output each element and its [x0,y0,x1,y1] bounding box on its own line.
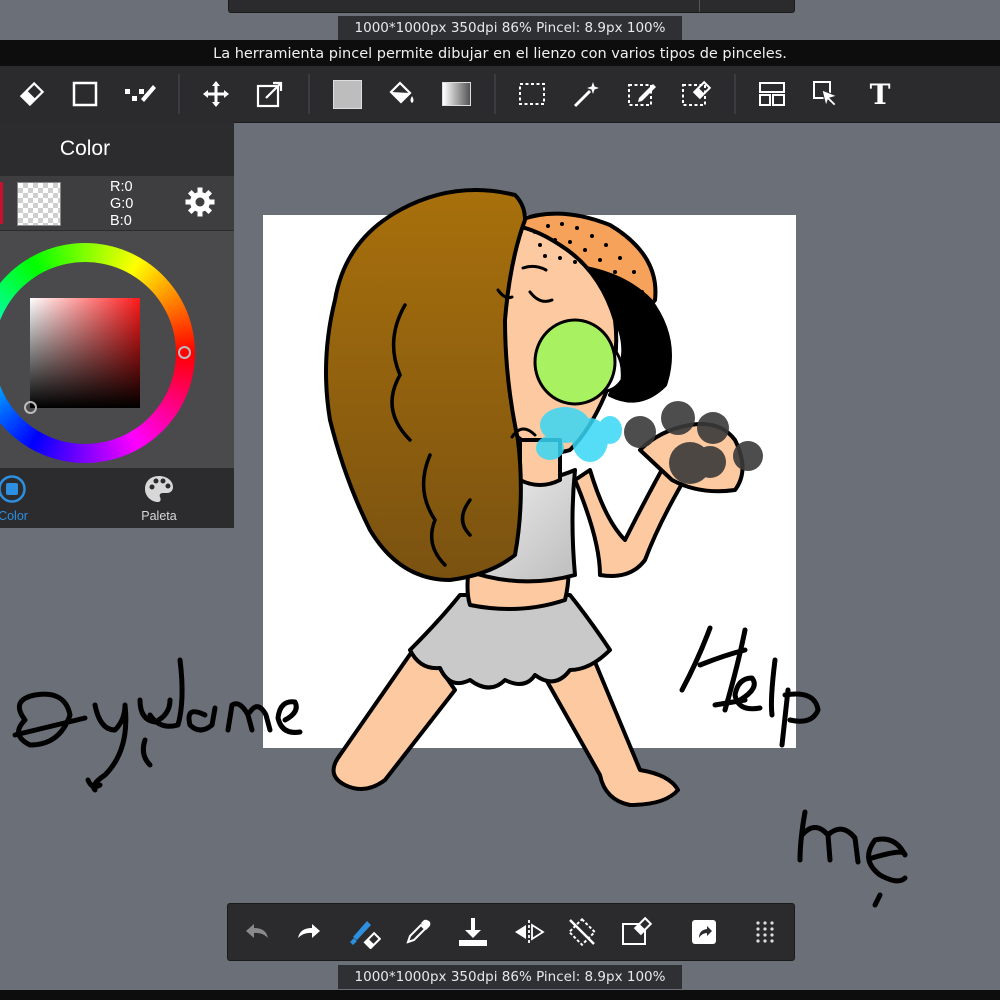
clear-icon[interactable] [619,914,655,950]
rotate-reset-icon[interactable] [564,914,600,950]
eyedropper-icon[interactable] [400,914,436,950]
handwritten-me [797,809,908,908]
handwritten-ayudame [12,657,303,793]
menu-dots-icon[interactable] [747,914,783,950]
undo-icon[interactable] [239,914,275,950]
bottom-toolbar [227,903,795,961]
bottom-tip-strip [0,990,1000,1000]
status-bar-bottom: 1000*1000px 350dpi 86% Pincel: 8.9px 100… [338,965,682,989]
brush-eraser-icon[interactable] [346,914,382,950]
save-icon[interactable] [455,914,491,950]
flip-icon[interactable] [511,914,547,950]
redo-icon[interactable] [291,914,327,950]
drawing-artwork [12,188,908,908]
handwritten-help [679,625,821,748]
share-icon[interactable] [686,914,722,950]
